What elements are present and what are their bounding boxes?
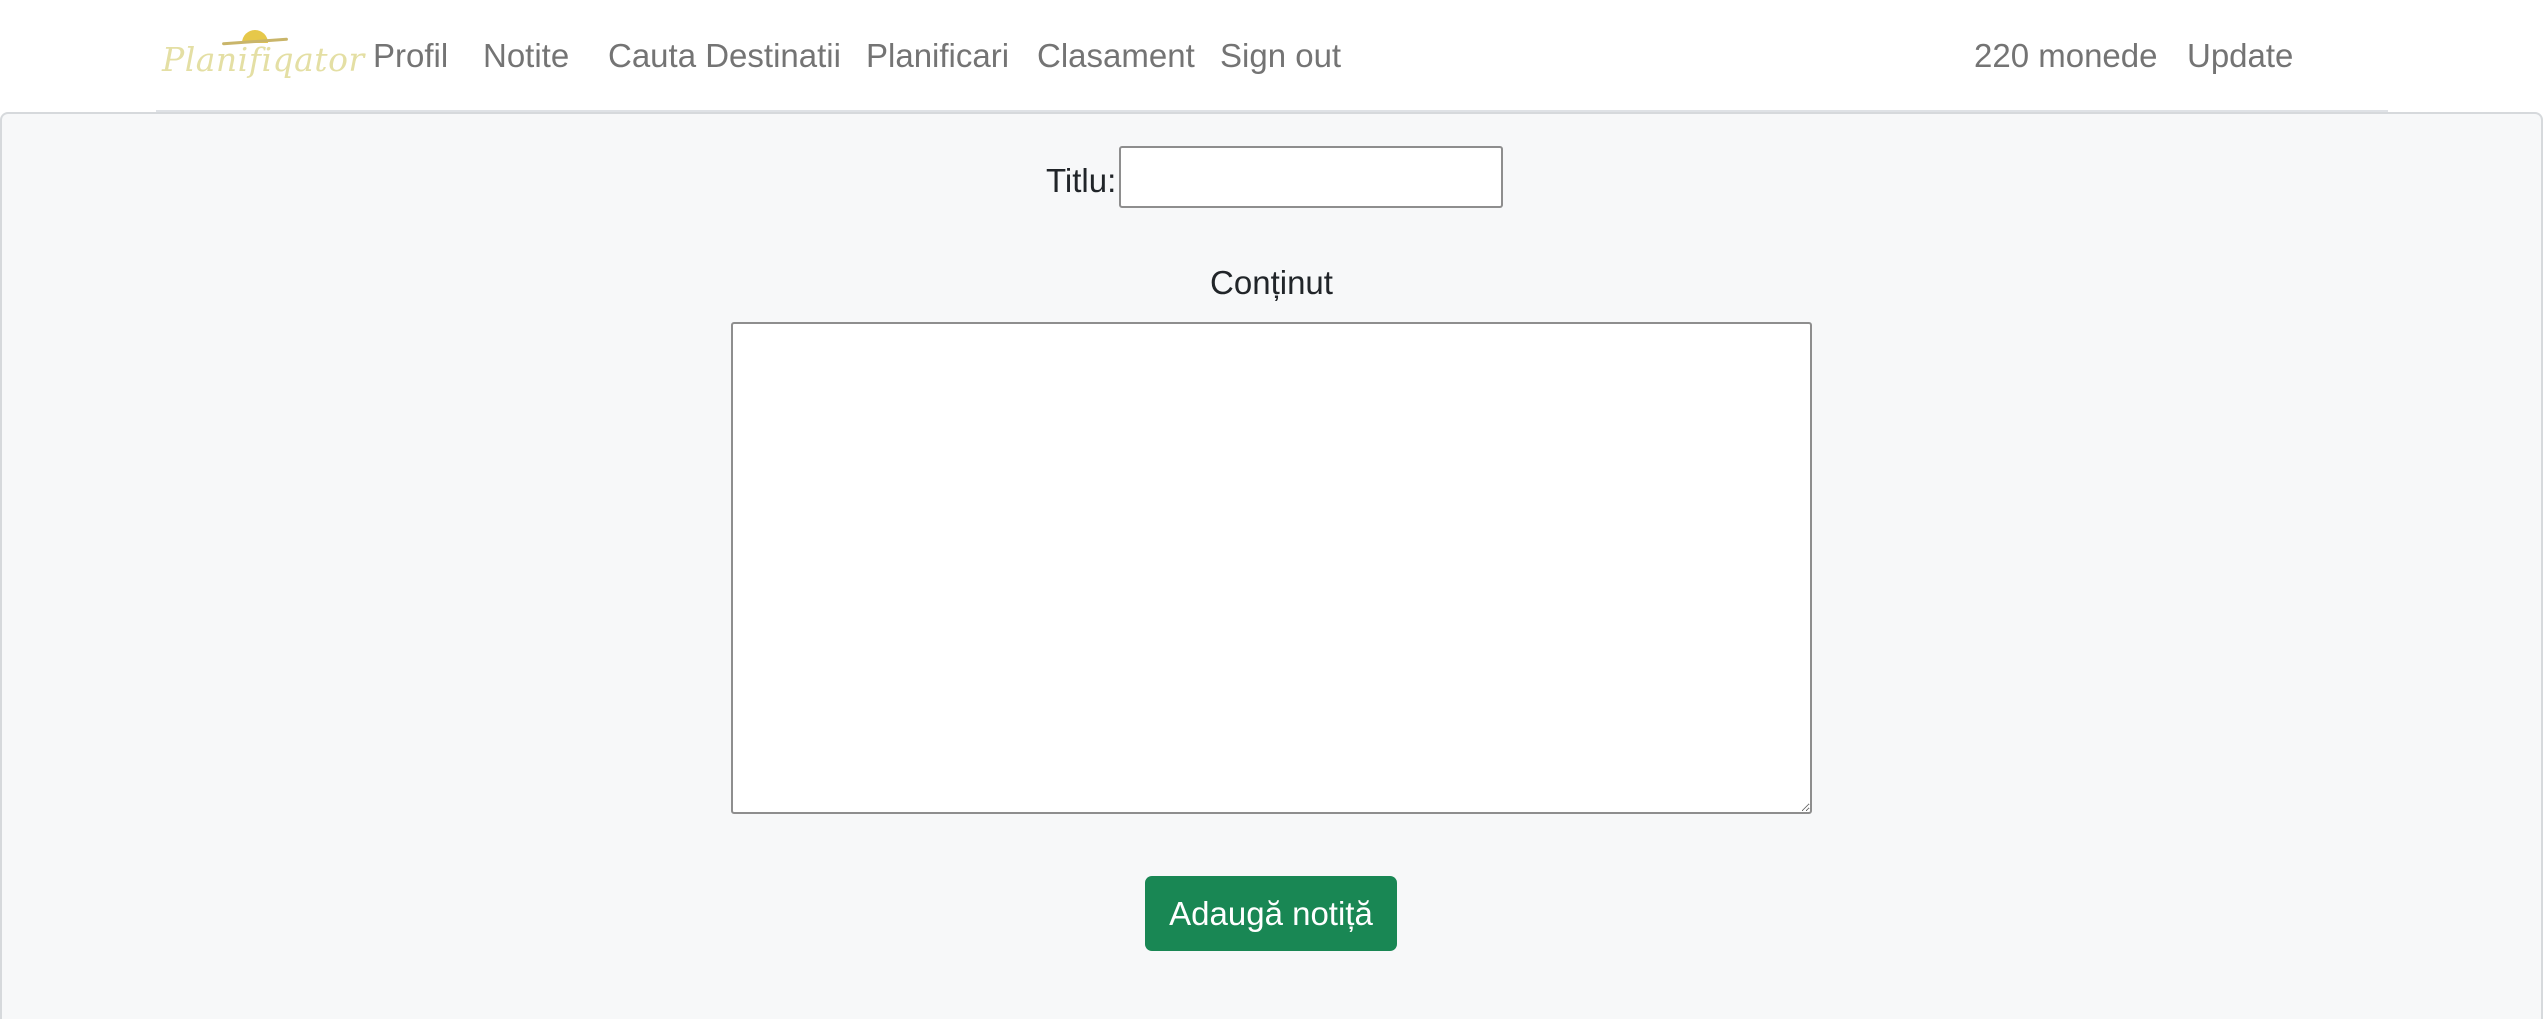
content-label: Conținut [1210,264,1333,301]
nav-link-clasament[interactable]: Clasament [1037,34,1195,78]
content-textarea[interactable] [731,322,1812,814]
nav-link-sign-out[interactable]: Sign out [1220,34,1341,78]
navbar: Planifiqator Profil Notite Cauta Destina… [156,0,2388,112]
nav-link-planificari[interactable]: Planificari [866,34,1009,78]
title-label: Titlu: [1046,162,1117,199]
nav-link-profil[interactable]: Profil [373,34,448,78]
nav-link-cauta-destinatii[interactable]: Cauta Destinatii [608,34,841,78]
brand-logo[interactable]: Planifiqator [162,26,364,86]
add-note-button[interactable]: Adaugă notiță [1145,876,1397,951]
nav-link-notite[interactable]: Notite [483,34,569,78]
brand-logo-text: Planifiqator [162,40,365,79]
title-input[interactable] [1119,146,1503,208]
nav-link-update[interactable]: Update [2187,34,2293,78]
coins-balance-link[interactable]: 220 monede [1974,34,2157,78]
